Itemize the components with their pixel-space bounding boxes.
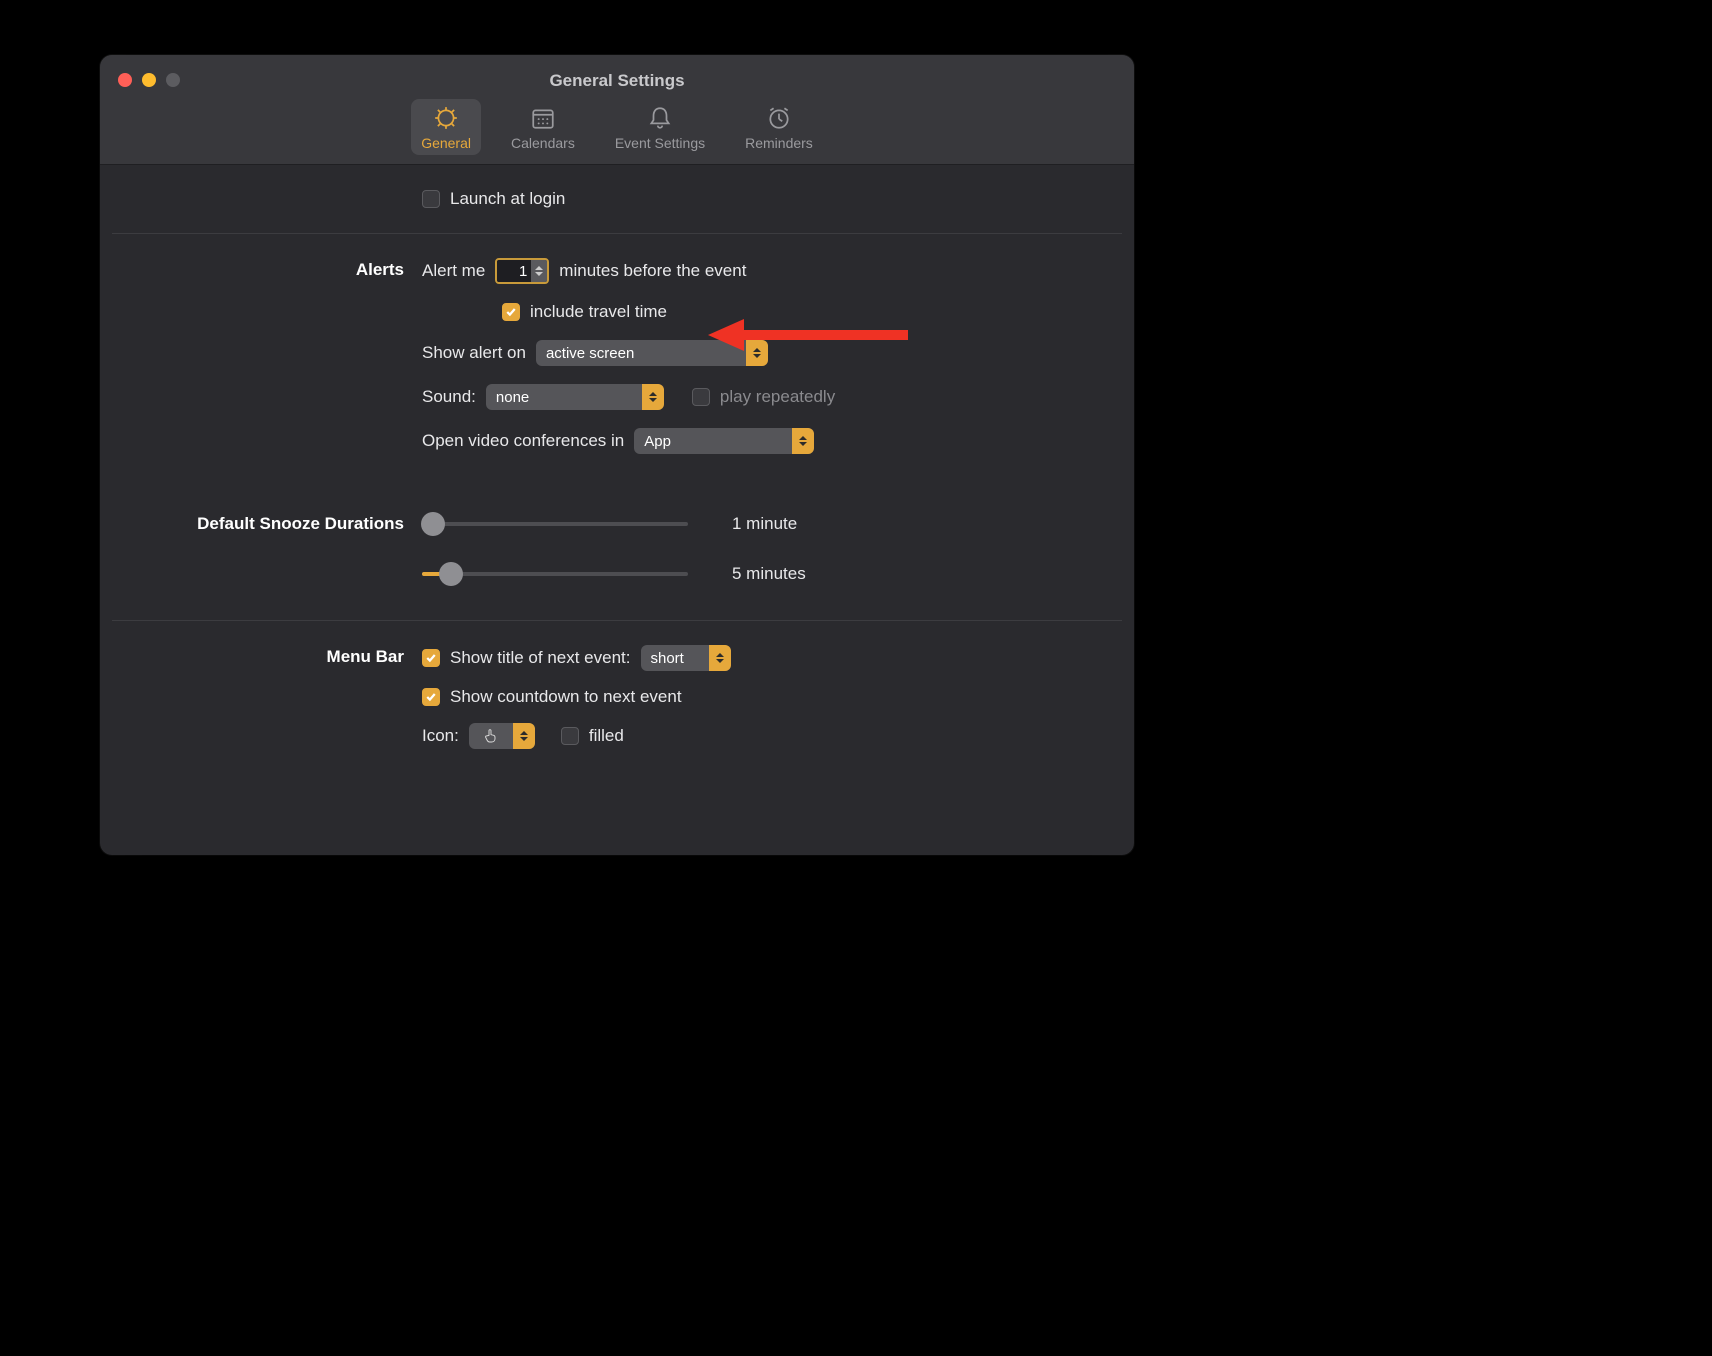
stepper-arrows-icon[interactable] — [531, 260, 547, 282]
show-alert-value: active screen — [536, 345, 746, 362]
settings-window: General Settings General Calendars Event… — [100, 55, 1134, 855]
bell-icon — [646, 105, 674, 131]
open-video-dropdown[interactable]: App — [634, 428, 814, 454]
show-title-dropdown[interactable]: short — [641, 645, 731, 671]
show-alert-dropdown[interactable]: active screen — [536, 340, 768, 366]
gear-icon — [432, 105, 460, 131]
tab-reminders[interactable]: Reminders — [735, 99, 823, 155]
window-title: General Settings — [100, 71, 1134, 91]
show-title-row: Show title of next event: short — [422, 645, 1122, 671]
section-label-snooze: Default Snooze Durations — [100, 512, 422, 586]
show-title-checkbox[interactable] — [422, 649, 440, 667]
launch-at-login-checkbox[interactable] — [422, 190, 440, 208]
icon-dropdown[interactable] — [469, 723, 535, 749]
toolbar: General Calendars Event Settings Reminde… — [100, 95, 1134, 155]
chevron-updown-icon — [709, 645, 731, 671]
open-video-label: Open video conferences in — [422, 431, 624, 451]
tab-label: Event Settings — [615, 135, 705, 151]
sound-label: Sound: — [422, 387, 476, 407]
snooze-slider-2[interactable] — [422, 562, 688, 586]
titlebar: General Settings General Calendars Event… — [100, 55, 1134, 165]
section-label-alerts: Alerts — [100, 258, 422, 454]
section-launch: Launch at login — [100, 165, 1134, 233]
show-countdown-checkbox[interactable] — [422, 688, 440, 706]
show-title-label: Show title of next event: — [450, 648, 631, 668]
open-video-value: App — [634, 433, 792, 450]
show-countdown-row: Show countdown to next event — [422, 687, 1122, 707]
chevron-updown-icon — [513, 723, 535, 749]
tab-calendars[interactable]: Calendars — [501, 99, 585, 155]
tab-label: General — [421, 135, 471, 151]
show-countdown-label: Show countdown to next event — [450, 687, 682, 707]
launch-at-login-label: Launch at login — [450, 189, 565, 209]
include-travel-checkbox[interactable] — [502, 303, 520, 321]
tab-label: Calendars — [511, 135, 575, 151]
show-title-value: short — [641, 650, 709, 667]
section-label-menubar: Menu Bar — [100, 645, 422, 749]
snooze-slider-1-row: 1 minute — [422, 512, 1122, 536]
open-video-row: Open video conferences in App — [422, 428, 1122, 454]
tab-general[interactable]: General — [411, 99, 481, 155]
sound-value: none — [486, 389, 642, 406]
snooze-slider-2-label: 5 minutes — [732, 564, 806, 584]
play-repeatedly-label: play repeatedly — [720, 387, 835, 407]
filled-label: filled — [589, 726, 624, 746]
sound-dropdown[interactable]: none — [486, 384, 664, 410]
icon-label: Icon: — [422, 726, 459, 746]
snooze-slider-1[interactable] — [422, 512, 688, 536]
include-travel-label: include travel time — [530, 302, 667, 322]
pointer-icon — [469, 728, 513, 744]
alarm-clock-icon — [765, 105, 793, 131]
section-alerts: Alerts Alert me minutes before the event… — [100, 234, 1134, 478]
chevron-updown-icon — [792, 428, 814, 454]
section-snooze: Default Snooze Durations 1 minute — [100, 478, 1134, 620]
icon-row: Icon: filled — [422, 723, 1122, 749]
alert-me-pre: Alert me — [422, 261, 485, 281]
alert-minutes-input[interactable] — [497, 260, 531, 282]
alert-me-row: Alert me minutes before the event — [422, 258, 1122, 284]
show-alert-label: Show alert on — [422, 343, 526, 363]
show-alert-row: Show alert on active screen — [422, 340, 1122, 366]
chevron-updown-icon — [746, 340, 768, 366]
sound-row: Sound: none play repeatedly — [422, 384, 1122, 410]
calendar-icon — [529, 105, 557, 131]
play-repeatedly-checkbox[interactable] — [692, 388, 710, 406]
filled-checkbox[interactable] — [561, 727, 579, 745]
alert-minutes-stepper[interactable] — [495, 258, 549, 284]
chevron-updown-icon — [642, 384, 664, 410]
section-menubar: Menu Bar Show title of next event: short… — [100, 621, 1134, 773]
snooze-slider-2-row: 5 minutes — [422, 562, 1122, 586]
section-label-empty — [100, 189, 422, 209]
alert-me-post: minutes before the event — [559, 261, 746, 281]
tab-event-settings[interactable]: Event Settings — [605, 99, 715, 155]
tab-label: Reminders — [745, 135, 813, 151]
content: Launch at login Alerts Alert me minutes … — [100, 165, 1134, 773]
include-travel-row: include travel time — [502, 302, 1122, 322]
snooze-slider-1-label: 1 minute — [732, 514, 797, 534]
